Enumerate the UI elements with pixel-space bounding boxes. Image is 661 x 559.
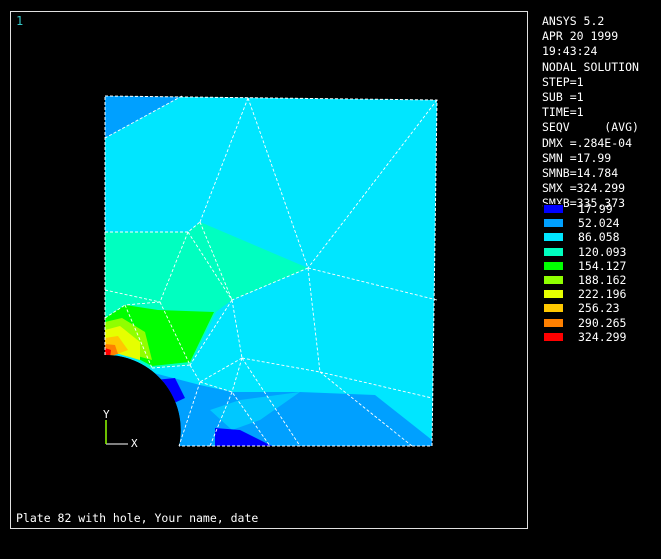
solution-info-panel: ANSYS 5.2 APR 20 1999 19:43:24 NODAL SOLUTI… [542,14,639,211]
legend-color-swatch [543,274,564,285]
legend-value: 256.23 [578,301,620,316]
legend-color-swatch [543,331,564,342]
info-line: NODAL SOLUTION [542,59,639,74]
legend-color-swatch [543,218,564,229]
legend-value: 188.162 [578,272,627,287]
legend-value: 154.127 [578,258,627,273]
legend-color-swatch [543,260,564,271]
info-line: STEP=1 [542,74,584,89]
legend-color-swatch [543,204,564,214]
legend-color-swatch [543,246,564,257]
legend-value: 52.024 [578,216,620,231]
legend-color-swatch [543,317,564,328]
legend-value: 86.058 [578,230,620,245]
legend-value: 120.093 [578,244,627,259]
info-line: APR 20 1999 [542,29,619,44]
info-line: ANSYS 5.2 [542,14,605,28]
legend-value: 290.265 [578,315,627,330]
legend-value: 222.196 [578,287,627,302]
info-line: SEQV (AVG) [542,120,639,135]
legend-value: 17.99 [578,202,613,216]
info-line: SMX =324.299 [542,181,626,196]
x-axis-label: X [131,437,138,450]
info-line: SMNB=14.784 [542,165,619,180]
legend-color-swatch [543,303,564,314]
legend-color-swatch [543,232,564,243]
y-axis-label: Y [103,408,110,421]
info-line: SMN =17.99 [542,150,612,165]
info-line: TIME=1 [542,105,584,120]
info-line: DMX =.284E-04 [542,135,633,150]
legend-value: 324.299 [578,329,627,344]
info-line: 19:43:24 [542,44,598,59]
info-line: SUB =1 [542,89,584,104]
legend-color-swatch [543,289,564,300]
